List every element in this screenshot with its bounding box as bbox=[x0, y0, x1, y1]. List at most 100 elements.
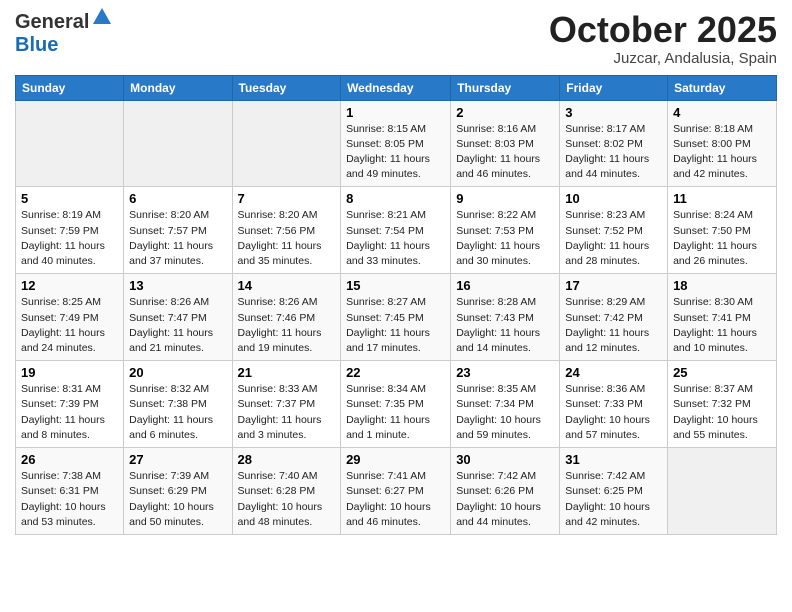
day-number: 26 bbox=[21, 452, 118, 467]
day-info: Sunrise: 8:32 AM Sunset: 7:38 PM Dayligh… bbox=[129, 382, 226, 443]
calendar-cell: 13 Sunrise: 8:26 AM Sunset: 7:47 PM Dayli… bbox=[124, 274, 232, 361]
day-info: Sunrise: 8:22 AM Sunset: 7:53 PM Dayligh… bbox=[456, 208, 554, 269]
weekday-header-cell: Wednesday bbox=[341, 75, 451, 100]
calendar-cell bbox=[668, 448, 777, 535]
calendar-cell: 7Sunrise: 8:20 AM Sunset: 7:56 PM Daylig… bbox=[232, 187, 341, 274]
calendar-cell: 30 Sunrise: 7:42 AM Sunset: 6:26 PM Dayli… bbox=[451, 448, 560, 535]
day-info: Sunrise: 7:41 AM Sunset: 6:27 PM Dayligh… bbox=[346, 469, 445, 530]
weekday-header-cell: Friday bbox=[560, 75, 668, 100]
calendar-week-row: 12 Sunrise: 8:25 AM Sunset: 7:49 PM Dayli… bbox=[16, 274, 777, 361]
calendar-cell: 19 Sunrise: 8:31 AM Sunset: 7:39 PM Dayli… bbox=[16, 361, 124, 448]
logo-general: General bbox=[15, 11, 89, 33]
day-number: 23 bbox=[456, 365, 554, 380]
day-number: 27 bbox=[129, 452, 226, 467]
day-info: Sunrise: 8:31 AM Sunset: 7:39 PM Dayligh… bbox=[21, 382, 118, 443]
day-info: Sunrise: 7:42 AM Sunset: 6:25 PM Dayligh… bbox=[565, 469, 662, 530]
calendar-cell: 15 Sunrise: 8:27 AM Sunset: 7:45 PM Dayli… bbox=[341, 274, 451, 361]
weekday-header-cell: Sunday bbox=[16, 75, 124, 100]
day-info: Sunrise: 8:21 AM Sunset: 7:54 PM Dayligh… bbox=[346, 208, 445, 269]
calendar-cell: 29Sunrise: 7:41 AM Sunset: 6:27 PM Dayli… bbox=[341, 448, 451, 535]
weekday-header-cell: Thursday bbox=[451, 75, 560, 100]
day-number: 15 bbox=[346, 278, 445, 293]
calendar-week-row: 1 Sunrise: 8:15 AM Sunset: 8:05 PM Daylig… bbox=[16, 100, 777, 187]
calendar-cell bbox=[16, 100, 124, 187]
day-number: 14 bbox=[238, 278, 336, 293]
calendar-cell: 24 Sunrise: 8:36 AM Sunset: 7:33 PM Dayli… bbox=[560, 361, 668, 448]
day-number: 24 bbox=[565, 365, 662, 380]
day-number: 2 bbox=[456, 105, 554, 120]
calendar-cell: 23 Sunrise: 8:35 AM Sunset: 7:34 PM Dayli… bbox=[451, 361, 560, 448]
day-number: 13 bbox=[129, 278, 226, 293]
day-number: 4 bbox=[673, 105, 771, 120]
logo-icon bbox=[91, 6, 113, 28]
calendar-cell: 12 Sunrise: 8:25 AM Sunset: 7:49 PM Dayli… bbox=[16, 274, 124, 361]
day-number: 1 bbox=[346, 105, 445, 120]
calendar-cell: 20 Sunrise: 8:32 AM Sunset: 7:38 PM Dayli… bbox=[124, 361, 232, 448]
day-info: Sunrise: 8:30 AM Sunset: 7:41 PM Dayligh… bbox=[673, 295, 771, 356]
calendar-cell: 17Sunrise: 8:29 AM Sunset: 7:42 PM Dayli… bbox=[560, 274, 668, 361]
day-info: Sunrise: 8:27 AM Sunset: 7:45 PM Dayligh… bbox=[346, 295, 445, 356]
logo-blue: Blue bbox=[15, 34, 58, 56]
calendar-cell: 27 Sunrise: 7:39 AM Sunset: 6:29 PM Dayli… bbox=[124, 448, 232, 535]
day-number: 31 bbox=[565, 452, 662, 467]
calendar-cell: 28Sunrise: 7:40 AM Sunset: 6:28 PM Dayli… bbox=[232, 448, 341, 535]
day-info: Sunrise: 7:39 AM Sunset: 6:29 PM Dayligh… bbox=[129, 469, 226, 530]
calendar-cell: 6 Sunrise: 8:20 AM Sunset: 7:57 PM Daylig… bbox=[124, 187, 232, 274]
day-info: Sunrise: 8:26 AM Sunset: 7:47 PM Dayligh… bbox=[129, 295, 226, 356]
calendar-cell: 9 Sunrise: 8:22 AM Sunset: 7:53 PM Daylig… bbox=[451, 187, 560, 274]
day-number: 9 bbox=[456, 191, 554, 206]
calendar-week-row: 19 Sunrise: 8:31 AM Sunset: 7:39 PM Dayli… bbox=[16, 361, 777, 448]
title-block: October 2025 Juzcar, Andalusia, Spain bbox=[549, 10, 777, 67]
day-info: Sunrise: 7:42 AM Sunset: 6:26 PM Dayligh… bbox=[456, 469, 554, 530]
calendar-cell: 31 Sunrise: 7:42 AM Sunset: 6:25 PM Dayli… bbox=[560, 448, 668, 535]
day-number: 10 bbox=[565, 191, 662, 206]
month-title: October 2025 bbox=[549, 10, 777, 50]
day-info: Sunrise: 8:19 AM Sunset: 7:59 PM Dayligh… bbox=[21, 208, 118, 269]
day-info: Sunrise: 8:28 AM Sunset: 7:43 PM Dayligh… bbox=[456, 295, 554, 356]
logo: General Blue bbox=[15, 10, 113, 57]
calendar-cell: 3 Sunrise: 8:17 AM Sunset: 8:02 PM Daylig… bbox=[560, 100, 668, 187]
day-info: Sunrise: 8:37 AM Sunset: 7:32 PM Dayligh… bbox=[673, 382, 771, 443]
weekday-header-cell: Tuesday bbox=[232, 75, 341, 100]
day-number: 11 bbox=[673, 191, 771, 206]
day-info: Sunrise: 7:38 AM Sunset: 6:31 PM Dayligh… bbox=[21, 469, 118, 530]
day-number: 6 bbox=[129, 191, 226, 206]
calendar-cell: 16Sunrise: 8:28 AM Sunset: 7:43 PM Dayli… bbox=[451, 274, 560, 361]
day-number: 20 bbox=[129, 365, 226, 380]
calendar-cell bbox=[232, 100, 341, 187]
day-info: Sunrise: 8:35 AM Sunset: 7:34 PM Dayligh… bbox=[456, 382, 554, 443]
day-info: Sunrise: 8:25 AM Sunset: 7:49 PM Dayligh… bbox=[21, 295, 118, 356]
day-number: 28 bbox=[238, 452, 336, 467]
day-info: Sunrise: 8:36 AM Sunset: 7:33 PM Dayligh… bbox=[565, 382, 662, 443]
day-number: 25 bbox=[673, 365, 771, 380]
day-info: Sunrise: 8:20 AM Sunset: 7:57 PM Dayligh… bbox=[129, 208, 226, 269]
day-info: Sunrise: 8:23 AM Sunset: 7:52 PM Dayligh… bbox=[565, 208, 662, 269]
calendar-cell: 18Sunrise: 8:30 AM Sunset: 7:41 PM Dayli… bbox=[668, 274, 777, 361]
day-info: Sunrise: 8:26 AM Sunset: 7:46 PM Dayligh… bbox=[238, 295, 336, 356]
weekday-header-cell: Monday bbox=[124, 75, 232, 100]
calendar-cell: 1 Sunrise: 8:15 AM Sunset: 8:05 PM Daylig… bbox=[341, 100, 451, 187]
day-number: 5 bbox=[21, 191, 118, 206]
day-number: 22 bbox=[346, 365, 445, 380]
calendar-cell bbox=[124, 100, 232, 187]
day-number: 19 bbox=[21, 365, 118, 380]
day-info: Sunrise: 8:15 AM Sunset: 8:05 PM Dayligh… bbox=[346, 122, 445, 183]
calendar-week-row: 5 Sunrise: 8:19 AM Sunset: 7:59 PM Daylig… bbox=[16, 187, 777, 274]
day-info: Sunrise: 8:17 AM Sunset: 8:02 PM Dayligh… bbox=[565, 122, 662, 183]
day-info: Sunrise: 8:16 AM Sunset: 8:03 PM Dayligh… bbox=[456, 122, 554, 183]
day-number: 7 bbox=[238, 191, 336, 206]
day-info: Sunrise: 8:33 AM Sunset: 7:37 PM Dayligh… bbox=[238, 382, 336, 443]
day-number: 12 bbox=[21, 278, 118, 293]
day-number: 3 bbox=[565, 105, 662, 120]
calendar-cell: 25 Sunrise: 8:37 AM Sunset: 7:32 PM Dayli… bbox=[668, 361, 777, 448]
calendar-cell: 5 Sunrise: 8:19 AM Sunset: 7:59 PM Daylig… bbox=[16, 187, 124, 274]
calendar-cell: 2 Sunrise: 8:16 AM Sunset: 8:03 PM Daylig… bbox=[451, 100, 560, 187]
day-number: 30 bbox=[456, 452, 554, 467]
calendar-cell: 14 Sunrise: 8:26 AM Sunset: 7:46 PM Dayli… bbox=[232, 274, 341, 361]
day-number: 8 bbox=[346, 191, 445, 206]
day-number: 17 bbox=[565, 278, 662, 293]
calendar-cell: 11Sunrise: 8:24 AM Sunset: 7:50 PM Dayli… bbox=[668, 187, 777, 274]
calendar-body: 1 Sunrise: 8:15 AM Sunset: 8:05 PM Daylig… bbox=[16, 100, 777, 534]
day-info: Sunrise: 8:34 AM Sunset: 7:35 PM Dayligh… bbox=[346, 382, 445, 443]
page-header: General Blue October 2025 Juzcar, Andalu… bbox=[15, 10, 777, 67]
